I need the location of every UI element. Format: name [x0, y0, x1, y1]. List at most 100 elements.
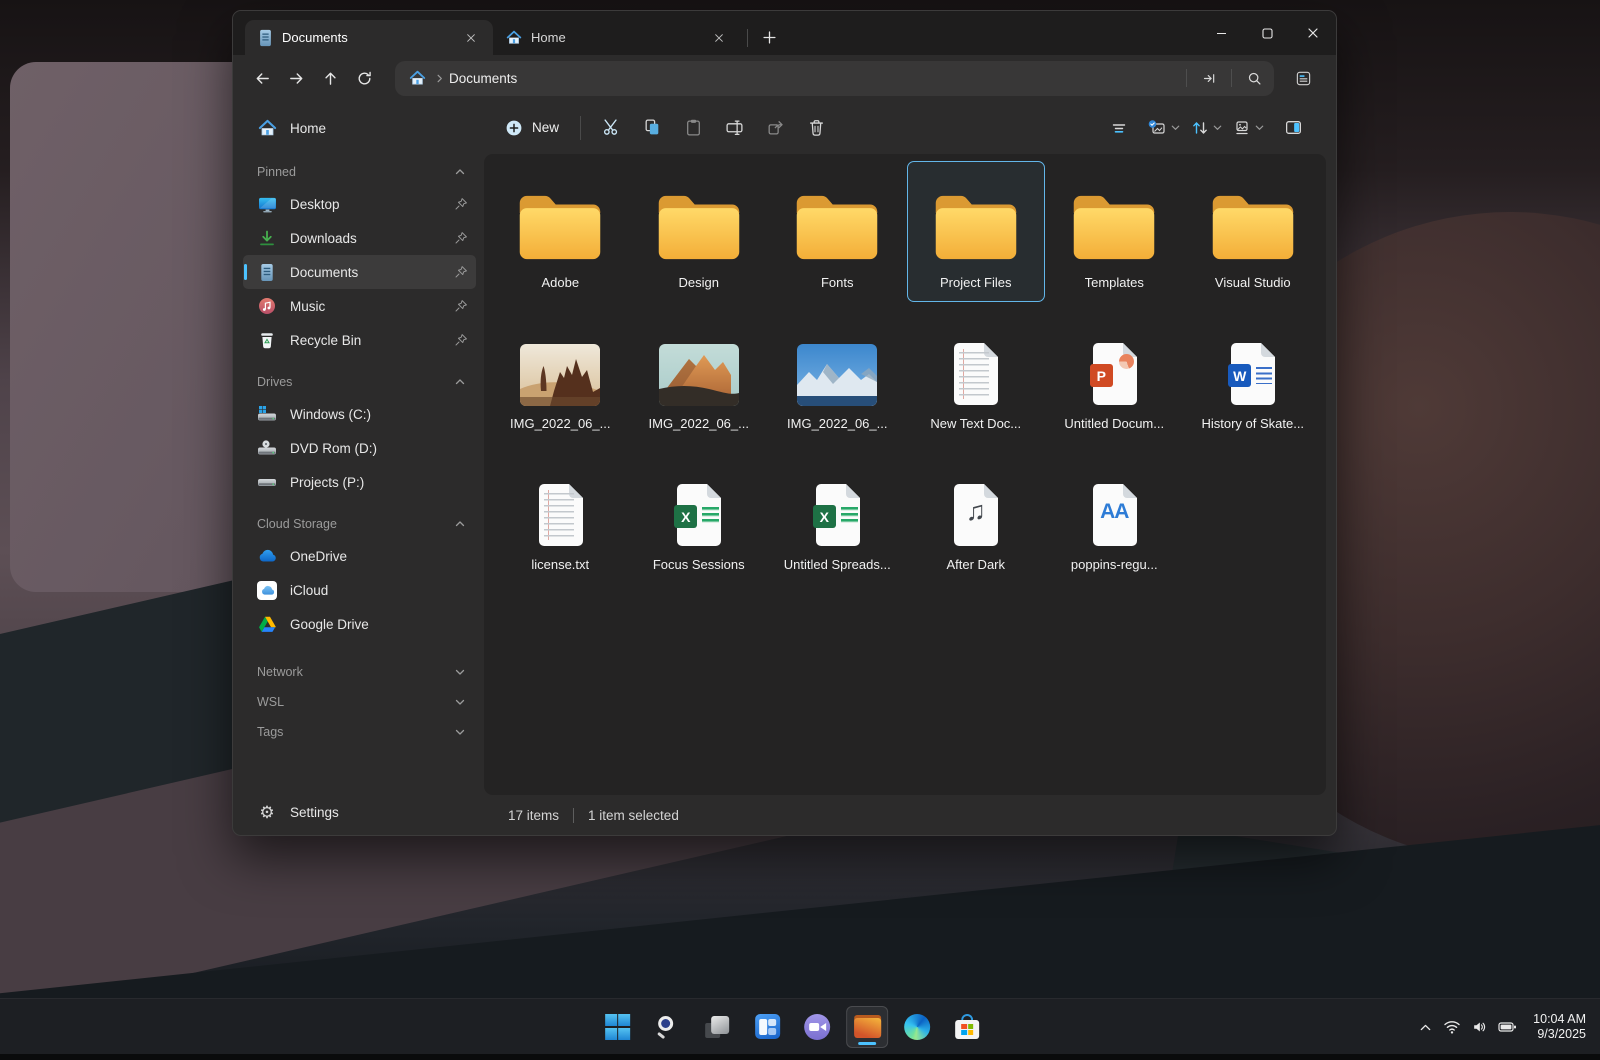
volume-icon[interactable]: [1471, 1019, 1488, 1035]
sidebar-item-settings[interactable]: ⚙ Settings: [243, 795, 476, 829]
file-name: New Text Doc...: [930, 416, 1021, 431]
folder-icon: [514, 190, 606, 265]
folder-templates[interactable]: Templates: [1045, 161, 1184, 302]
layout-button[interactable]: [1233, 119, 1265, 137]
sidebar-item-label: Desktop: [290, 197, 441, 212]
home-icon: [257, 118, 277, 138]
desktop: Documents Home: [0, 0, 1600, 1060]
folder-design[interactable]: Design: [630, 161, 769, 302]
paste-button[interactable]: [675, 111, 712, 145]
sidebar-item-windows-c[interactable]: Windows (C:): [243, 397, 476, 431]
chevron-right-icon: [434, 73, 445, 84]
sidebar-item-home[interactable]: Home: [243, 111, 476, 145]
sidebar-item-desktop[interactable]: Desktop: [243, 187, 476, 221]
folder-project-files-selected[interactable]: Project Files: [907, 161, 1046, 302]
search-icon[interactable]: [1240, 64, 1268, 92]
chevron-down-icon: [454, 666, 466, 678]
text-file[interactable]: New Text Doc...: [907, 302, 1046, 443]
new-tab-button[interactable]: [754, 24, 784, 50]
filter-button[interactable]: [1101, 111, 1137, 145]
folder-fonts[interactable]: Fonts: [768, 161, 907, 302]
start-button[interactable]: [596, 1006, 638, 1048]
edge-button[interactable]: [896, 1006, 938, 1048]
show-hidden-icons-button[interactable]: [1418, 1020, 1433, 1035]
sidebar-item-music[interactable]: Music: [243, 289, 476, 323]
copy-button[interactable]: [634, 111, 671, 145]
new-button[interactable]: New: [496, 111, 568, 145]
task-view-button[interactable]: [696, 1006, 738, 1048]
maximize-button[interactable]: [1244, 11, 1290, 55]
close-tab-icon[interactable]: [707, 26, 731, 50]
up-button[interactable]: [313, 62, 347, 94]
image-file[interactable]: IMG_2022_06_...: [630, 302, 769, 443]
pin-icon: [454, 197, 468, 211]
powerpoint-file[interactable]: P Untitled Docum...: [1045, 302, 1184, 443]
folder-adobe[interactable]: Adobe: [491, 161, 630, 302]
select-view-button[interactable]: [1147, 119, 1181, 137]
sidebar-section-wsl[interactable]: WSL: [243, 687, 476, 717]
sort-button[interactable]: [1191, 119, 1223, 137]
audio-file[interactable]: ♫ After Dark: [907, 443, 1046, 584]
close-tab-icon[interactable]: [459, 26, 483, 50]
folder-icon: [930, 190, 1022, 265]
forward-button[interactable]: [279, 62, 313, 94]
font-file-icon: AA: [1088, 482, 1141, 547]
desktop-icon: [257, 194, 277, 214]
search-button[interactable]: [646, 1006, 688, 1048]
close-button[interactable]: [1290, 11, 1336, 55]
file-explorer-button[interactable]: [846, 1006, 888, 1048]
tab-documents[interactable]: Documents: [245, 20, 493, 55]
sidebar-item-documents[interactable]: Documents: [243, 255, 476, 289]
minimize-button[interactable]: [1198, 11, 1244, 55]
sidebar-section-cloud-storage[interactable]: Cloud Storage: [243, 509, 476, 539]
sidebar-item-icloud[interactable]: iCloud: [243, 573, 476, 607]
toolbar-divider: [580, 116, 581, 140]
sidebar-item-downloads[interactable]: Downloads: [243, 221, 476, 255]
gear-icon: ⚙: [257, 802, 277, 822]
sidebar-section-drives[interactable]: Drives: [243, 367, 476, 397]
sidebar-item-projects-p[interactable]: Projects (P:): [243, 465, 476, 499]
go-to-icon[interactable]: [1195, 64, 1223, 92]
sidebar-section-network[interactable]: Network: [243, 657, 476, 687]
tab-label: Home: [531, 30, 698, 45]
delete-button[interactable]: [798, 111, 835, 145]
sidebar-item-google-drive[interactable]: Google Drive: [243, 607, 476, 641]
battery-icon[interactable]: [1498, 1019, 1517, 1035]
chevron-down-icon: [454, 696, 466, 708]
preview-pane-toggle[interactable]: [1275, 111, 1312, 145]
status-center-icon[interactable]: [1286, 62, 1320, 94]
sidebar-item-recycle-bin[interactable]: Recycle Bin: [243, 323, 476, 357]
chat-button[interactable]: [796, 1006, 838, 1048]
tab-label: Documents: [282, 30, 450, 45]
sidebar-item-onedrive[interactable]: OneDrive: [243, 539, 476, 573]
rename-button[interactable]: [716, 111, 753, 145]
refresh-button[interactable]: [347, 62, 381, 94]
excel-file[interactable]: X Untitled Spreads...: [768, 443, 907, 584]
pane-icon: [1284, 118, 1303, 137]
wifi-icon[interactable]: [1443, 1019, 1461, 1035]
sidebar: Home Pinned Desktop Downloads: [233, 101, 484, 835]
store-button[interactable]: [946, 1006, 988, 1048]
clock[interactable]: 10:04 AM 9/3/2025: [1533, 1012, 1586, 1042]
breadcrumb[interactable]: Documents: [449, 71, 517, 86]
cut-button[interactable]: [593, 111, 630, 145]
tab-home[interactable]: Home: [493, 20, 741, 55]
text-file[interactable]: license.txt: [491, 443, 630, 584]
folder-visual-studio[interactable]: Visual Studio: [1184, 161, 1323, 302]
image-file[interactable]: IMG_2022_06_...: [491, 302, 630, 443]
sidebar-section-tags[interactable]: Tags: [243, 717, 476, 747]
chevron-down-icon: [1212, 122, 1223, 133]
address-bar[interactable]: Documents: [395, 61, 1274, 96]
sidebar-section-pinned[interactable]: Pinned: [243, 157, 476, 187]
back-button[interactable]: [245, 62, 279, 94]
chevron-up-icon: [454, 166, 466, 178]
widgets-button[interactable]: [746, 1006, 788, 1048]
excel-file[interactable]: X Focus Sessions: [630, 443, 769, 584]
sidebar-item-dvd-d[interactable]: DVD Rom (D:): [243, 431, 476, 465]
word-file[interactable]: W History of Skate...: [1184, 302, 1323, 443]
pin-icon: [454, 265, 468, 279]
excel-file-icon: X: [672, 482, 725, 547]
share-button[interactable]: [757, 111, 794, 145]
font-file[interactable]: AA poppins-regu...: [1045, 443, 1184, 584]
image-file[interactable]: IMG_2022_06_...: [768, 302, 907, 443]
